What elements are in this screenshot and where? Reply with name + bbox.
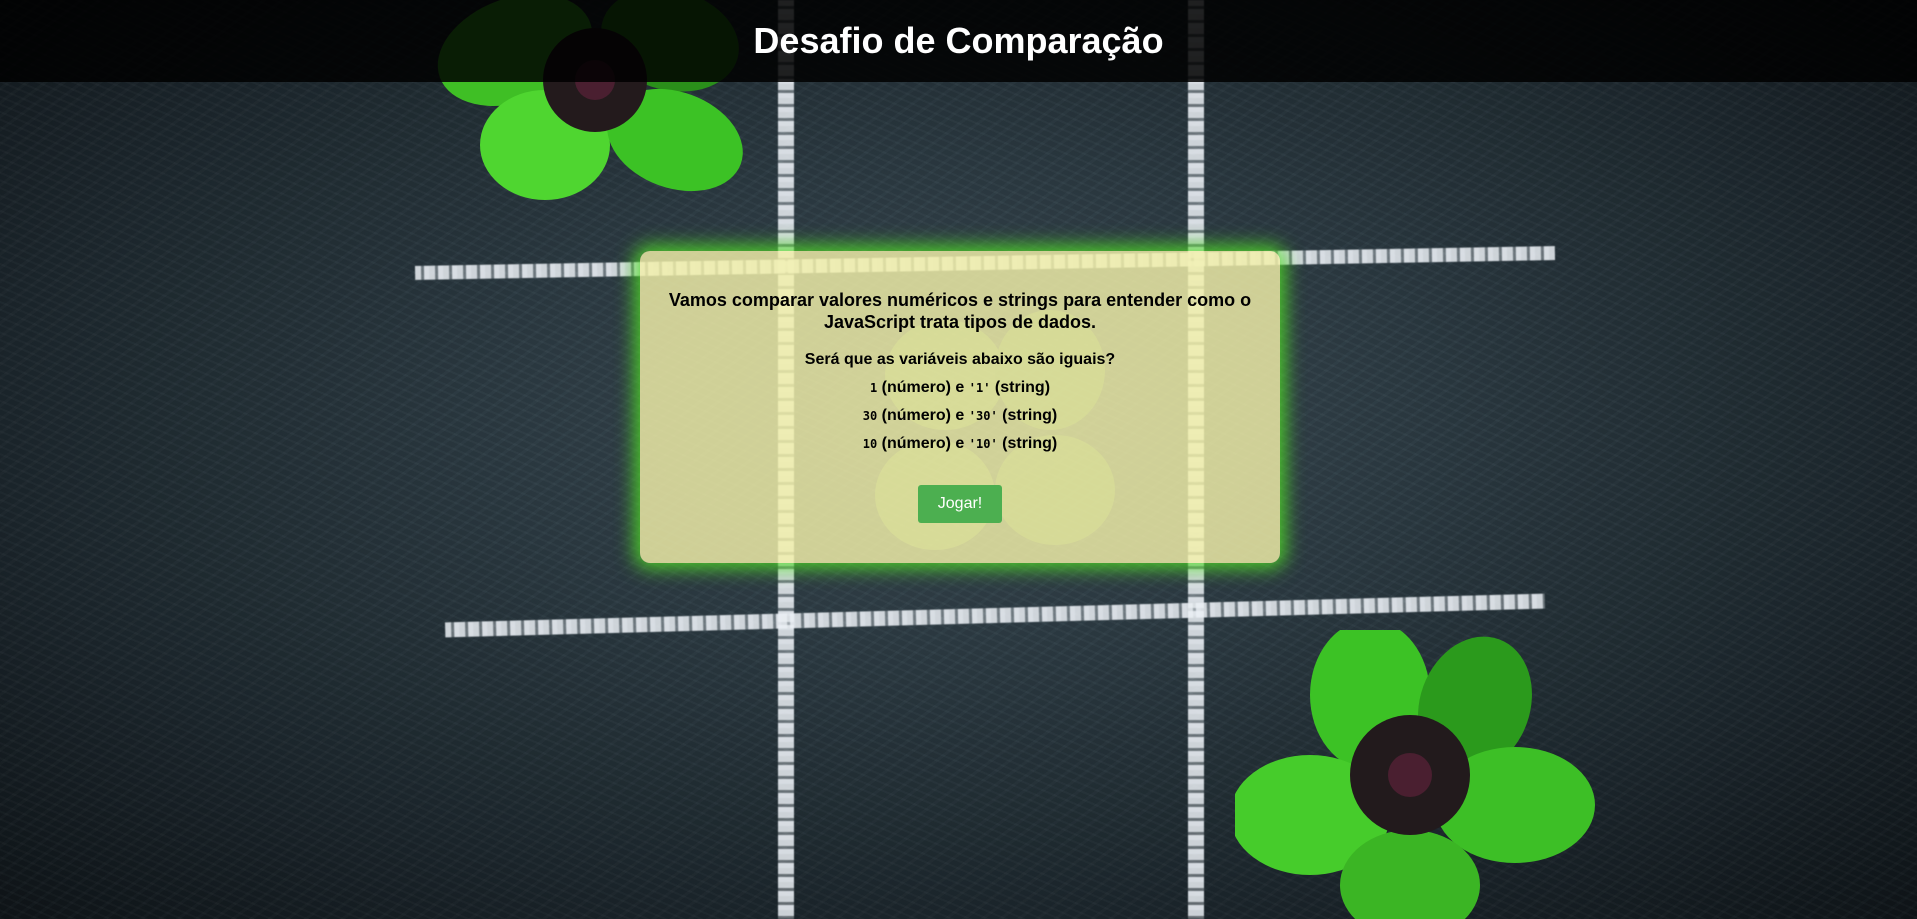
comparison-item: 30 (número) e '30' (string) bbox=[640, 407, 1280, 425]
page-header: Desafio de Comparação bbox=[0, 0, 1917, 82]
comparison-item: 10 (número) e '10' (string) bbox=[640, 435, 1280, 453]
comparison-item: 1 (número) e '1' (string) bbox=[640, 379, 1280, 397]
challenge-card: Vamos comparar valores numéricos e strin… bbox=[640, 251, 1280, 563]
number-label: (número) e bbox=[881, 435, 965, 452]
number-value: 1 bbox=[869, 381, 878, 395]
number-label: (número) e bbox=[881, 379, 965, 396]
string-value: '30' bbox=[968, 409, 998, 423]
string-value: '10' bbox=[968, 437, 998, 451]
page-title: Desafio de Comparação bbox=[753, 20, 1164, 61]
play-button[interactable]: Jogar! bbox=[917, 485, 1003, 523]
number-label: (número) e bbox=[881, 407, 965, 424]
string-label: (string) bbox=[994, 379, 1051, 396]
string-label: (string) bbox=[1002, 435, 1058, 452]
string-label: (string) bbox=[1002, 407, 1058, 424]
string-value: '1' bbox=[968, 381, 991, 395]
number-value: 30 bbox=[862, 409, 878, 423]
card-intro: Vamos comparar valores numéricos e strin… bbox=[668, 290, 1252, 332]
four-leaf-clover-icon bbox=[1235, 630, 1595, 919]
number-value: 10 bbox=[862, 437, 878, 451]
comparison-list: 1 (número) e '1' (string) 30 (número) e … bbox=[640, 379, 1280, 453]
card-question: Será que as variáveis abaixo são iguais? bbox=[804, 351, 1116, 368]
